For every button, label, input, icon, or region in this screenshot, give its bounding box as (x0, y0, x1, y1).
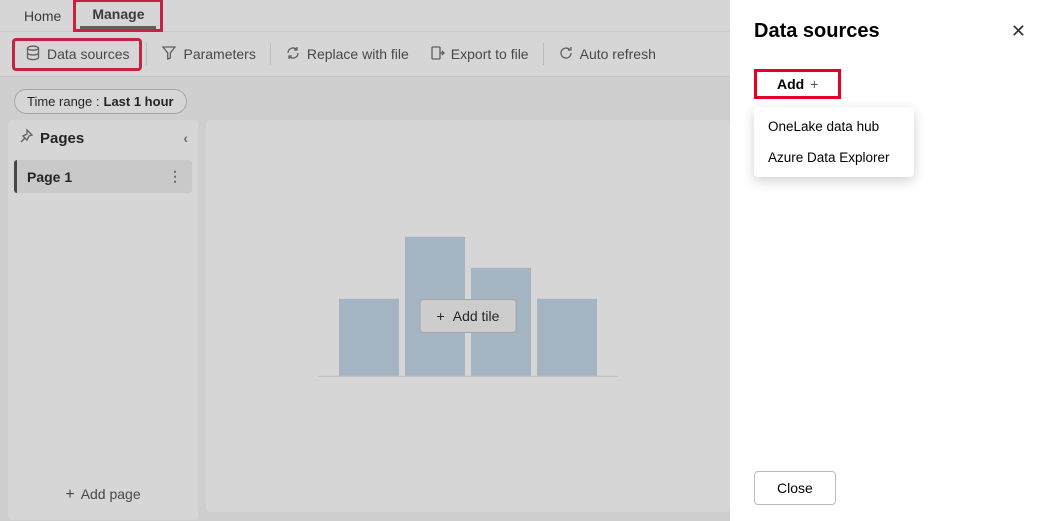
separator (146, 43, 147, 65)
toolbar: Data sources Parameters Replace with fil… (0, 32, 730, 77)
tile-area: + Add tile (206, 120, 730, 512)
plus-icon: + (65, 486, 74, 503)
close-button[interactable]: Close (754, 471, 836, 505)
pin-icon (18, 128, 34, 148)
parameters-label: Parameters (183, 46, 255, 62)
add-tile-button[interactable]: + Add tile (420, 299, 517, 333)
tab-home[interactable]: Home (12, 4, 73, 28)
bar (339, 298, 399, 376)
time-range-prefix: Time range : (27, 94, 100, 109)
page-item[interactable]: Page 1 ⋮ (14, 160, 192, 193)
plus-icon: + (810, 76, 818, 92)
tab-manage[interactable]: Manage (80, 2, 156, 29)
panel-title: Data sources (754, 20, 880, 43)
time-range-value: Last 1 hour (104, 94, 174, 109)
time-range-pill[interactable]: Time range : Last 1 hour (14, 89, 187, 114)
page-item-label: Page 1 (27, 169, 72, 185)
replace-with-file-button[interactable]: Replace with file (275, 41, 419, 68)
export-label: Export to file (451, 46, 529, 62)
chevron-left-icon[interactable]: ‹ (183, 130, 188, 146)
add-page-label: Add page (81, 486, 141, 502)
add-dropdown: OneLake data hub Azure Data Explorer (754, 107, 914, 177)
dropdown-item-onelake[interactable]: OneLake data hub (754, 111, 914, 142)
canvas: + Add tile (206, 120, 730, 512)
refresh-icon (558, 45, 574, 64)
data-sources-panel: Data sources ✕ Add + OneLake data hub Az… (730, 0, 1050, 521)
replace-label: Replace with file (307, 46, 409, 62)
pages-sidebar: Pages ‹ Page 1 ⋮ + Add page (8, 120, 198, 520)
plus-icon: + (437, 308, 445, 324)
filter-icon (161, 45, 177, 64)
separator (270, 43, 271, 65)
replace-icon (285, 45, 301, 64)
filter-bar: Time range : Last 1 hour (0, 77, 730, 120)
export-to-file-button[interactable]: Export to file (419, 41, 539, 68)
export-icon (429, 45, 445, 64)
auto-refresh-label: Auto refresh (580, 46, 656, 62)
add-data-source-button[interactable]: Add + (754, 69, 841, 99)
bar (537, 298, 597, 376)
add-label: Add (777, 76, 804, 92)
data-sources-label: Data sources (47, 46, 129, 62)
top-tabs: Home Manage (0, 0, 730, 32)
chart-placeholder (318, 217, 618, 377)
more-icon[interactable]: ⋮ (168, 168, 182, 185)
parameters-button[interactable]: Parameters (151, 41, 265, 68)
database-icon (25, 45, 41, 64)
auto-refresh-button[interactable]: Auto refresh (548, 41, 666, 68)
separator (543, 43, 544, 65)
add-tile-label: Add tile (453, 308, 500, 324)
dropdown-item-azure-data-explorer[interactable]: Azure Data Explorer (754, 142, 914, 173)
close-icon[interactable]: ✕ (1011, 21, 1026, 42)
data-sources-button[interactable]: Data sources (12, 38, 142, 71)
add-page-button[interactable]: + Add page (8, 472, 198, 520)
pages-title: Pages (40, 130, 84, 147)
